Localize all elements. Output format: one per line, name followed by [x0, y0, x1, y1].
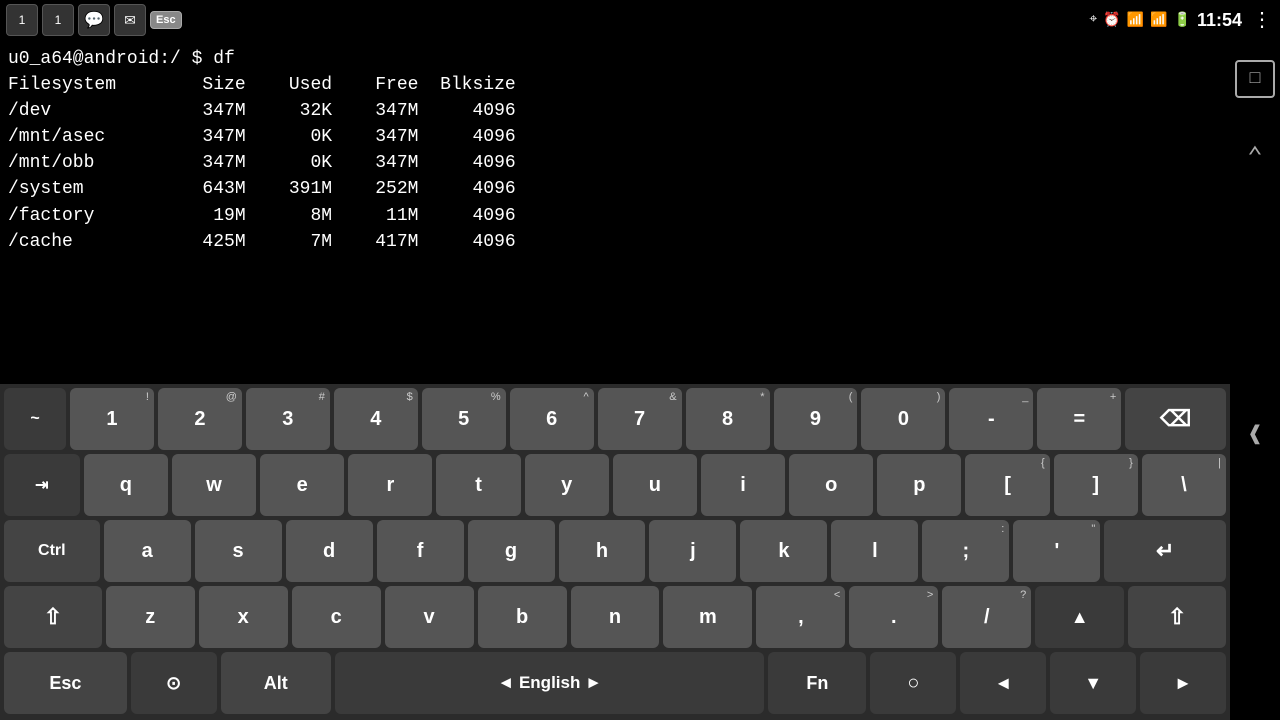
key-0[interactable]: )0: [861, 388, 945, 450]
key-semicolon[interactable]: :;: [922, 520, 1009, 582]
key-o[interactable]: o: [789, 454, 873, 516]
keyboard-row-bottom: Esc ⊙ Alt ◄ English ► Fn ○ ◄ ▼ ►: [4, 652, 1226, 714]
alarm-icon: ⏰: [1103, 12, 1120, 29]
key-ctrl[interactable]: Ctrl: [4, 520, 100, 582]
key-x[interactable]: x: [199, 586, 288, 648]
term-line-0: u0_a64@android:/ $ df: [8, 46, 1222, 72]
key-1[interactable]: !1: [70, 388, 154, 450]
key-7[interactable]: &7: [598, 388, 682, 450]
key-d[interactable]: d: [286, 520, 373, 582]
term-line-7: /cache 425M 7M 417M 4096: [8, 229, 1222, 255]
home-nav-btn[interactable]: ⌃: [1235, 138, 1275, 176]
key-m[interactable]: m: [663, 586, 752, 648]
key-bracket-left[interactable]: {[: [965, 454, 1049, 516]
terminal-output[interactable]: u0_a64@android:/ $ df Filesystem Size Us…: [0, 40, 1230, 295]
key-r[interactable]: r: [348, 454, 432, 516]
key-c[interactable]: c: [292, 586, 381, 648]
key-enter[interactable]: ↵: [1104, 520, 1226, 582]
side-nav: □ ⌃ ❰: [1230, 40, 1280, 454]
key-quote[interactable]: "': [1013, 520, 1100, 582]
status-time: 11:54: [1197, 10, 1242, 31]
key-5[interactable]: %5: [422, 388, 506, 450]
term-line-1: Filesystem Size Used Free Blksize: [8, 72, 1222, 98]
key-tilde[interactable]: ~: [4, 388, 66, 450]
key-right[interactable]: ►: [1140, 652, 1226, 714]
key-l[interactable]: l: [831, 520, 918, 582]
key-s[interactable]: s: [195, 520, 282, 582]
key-v[interactable]: v: [385, 586, 474, 648]
key-k[interactable]: k: [740, 520, 827, 582]
key-backspace[interactable]: ⌫: [1125, 388, 1226, 450]
key-h[interactable]: h: [559, 520, 646, 582]
key-tab[interactable]: ⇥: [4, 454, 80, 516]
key-home-circle[interactable]: ○: [870, 652, 956, 714]
key-t[interactable]: t: [436, 454, 520, 516]
notif-icon-2: 1: [42, 4, 74, 36]
notif-esc-icon: Esc: [150, 11, 182, 29]
key-b[interactable]: b: [478, 586, 567, 648]
menu-dots-icon[interactable]: ⋮: [1252, 7, 1272, 33]
key-alt[interactable]: Alt: [221, 652, 331, 714]
key-equals[interactable]: +=: [1037, 388, 1121, 450]
term-line-2: /dev 347M 32K 347M 4096: [8, 98, 1222, 124]
key-w[interactable]: w: [172, 454, 256, 516]
key-3[interactable]: #3: [246, 388, 330, 450]
key-4[interactable]: $4: [334, 388, 418, 450]
term-line-6: /factory 19M 8M 11M 4096: [8, 203, 1222, 229]
keyboard-row-asdf: Ctrl a s d f g h j k l :; "' ↵: [4, 520, 1226, 582]
key-j[interactable]: j: [649, 520, 736, 582]
key-period[interactable]: >.: [849, 586, 938, 648]
key-minus[interactable]: _-: [949, 388, 1033, 450]
key-8[interactable]: *8: [686, 388, 770, 450]
notif-icon-1: 1: [6, 4, 38, 36]
key-left[interactable]: ◄: [960, 652, 1046, 714]
signal-icon: 📶: [1150, 12, 1167, 29]
key-z[interactable]: z: [106, 586, 195, 648]
key-p[interactable]: p: [877, 454, 961, 516]
key-2[interactable]: @2: [158, 388, 242, 450]
term-line-5: /system 643M 391M 252M 4096: [8, 176, 1222, 202]
key-a[interactable]: a: [104, 520, 191, 582]
key-shift-left[interactable]: ⇧: [4, 586, 102, 648]
status-bar: ⌖ ⏰ 📶 📶 🔋 11:54 ⋮: [1080, 0, 1280, 40]
down-nav-btn[interactable]: ❰: [1235, 416, 1275, 454]
key-language[interactable]: ◄ English ►: [335, 652, 764, 714]
wifi-icon: 📶: [1127, 12, 1144, 29]
square-nav-btn[interactable]: □: [1235, 60, 1275, 98]
key-fn[interactable]: Fn: [768, 652, 866, 714]
key-g[interactable]: g: [468, 520, 555, 582]
key-esc[interactable]: Esc: [4, 652, 127, 714]
key-comma[interactable]: <,: [756, 586, 845, 648]
key-e[interactable]: e: [260, 454, 344, 516]
keyboard-row-numbers: ~ !1 @2 #3 $4 %5 ^6 &7 *8 (9 )0 _- += ⌫: [4, 388, 1226, 450]
key-up[interactable]: ▲: [1035, 586, 1124, 648]
key-q[interactable]: q: [84, 454, 168, 516]
key-9[interactable]: (9: [774, 388, 858, 450]
key-settings-circle[interactable]: ⊙: [131, 652, 217, 714]
notif-icon-mail: ✉: [114, 4, 146, 36]
key-backslash[interactable]: |\: [1142, 454, 1226, 516]
key-i[interactable]: i: [701, 454, 785, 516]
key-u[interactable]: u: [613, 454, 697, 516]
term-line-4: /mnt/obb 347M 0K 347M 4096: [8, 150, 1222, 176]
keyboard[interactable]: ~ !1 @2 #3 $4 %5 ^6 &7 *8 (9 )0 _- += ⌫ …: [0, 384, 1230, 720]
key-shift-right[interactable]: ⇧: [1128, 586, 1226, 648]
keyboard-row-qwerty: ⇥ q w e r t y u i o p {[ }] |\: [4, 454, 1226, 516]
battery-icon: 🔋: [1174, 12, 1191, 29]
key-6[interactable]: ^6: [510, 388, 594, 450]
key-y[interactable]: y: [525, 454, 609, 516]
key-f[interactable]: f: [377, 520, 464, 582]
keyboard-row-zxcv: ⇧ z x c v b n m <, >. ?/ ▲ ⇧: [4, 586, 1226, 648]
notification-bar: 1 1 💬 ✉ Esc: [0, 0, 182, 40]
bluetooth-icon: ⌖: [1089, 12, 1097, 28]
key-bracket-right[interactable]: }]: [1054, 454, 1138, 516]
key-n[interactable]: n: [571, 586, 660, 648]
key-slash[interactable]: ?/: [942, 586, 1031, 648]
term-line-3: /mnt/asec 347M 0K 347M 4096: [8, 124, 1222, 150]
key-down[interactable]: ▼: [1050, 652, 1136, 714]
notif-icon-chat: 💬: [78, 4, 110, 36]
